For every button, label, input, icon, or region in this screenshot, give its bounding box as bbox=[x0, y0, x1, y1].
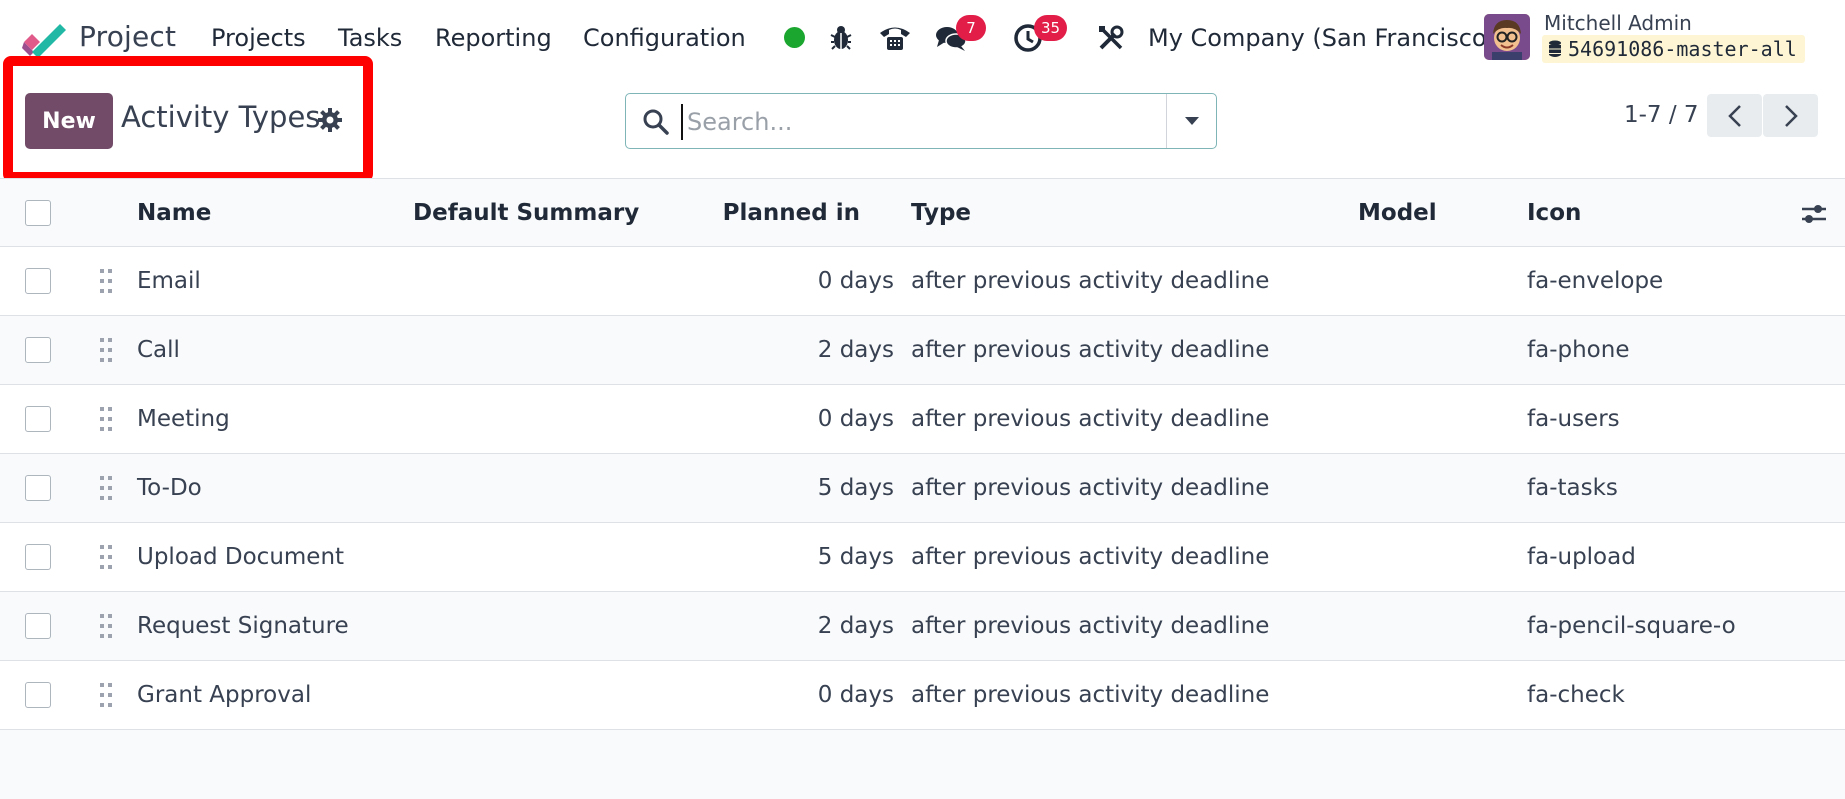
database-icon bbox=[1549, 40, 1561, 57]
column-header-default-summary[interactable]: Default Summary bbox=[413, 179, 639, 247]
row-icon-name: fa-users bbox=[1527, 406, 1620, 432]
row-type: after previous activity deadline bbox=[911, 544, 1270, 570]
row-planned-in: 2 days bbox=[817, 337, 894, 363]
row-name: Upload Document bbox=[137, 544, 345, 570]
row-checkbox[interactable] bbox=[25, 682, 51, 708]
search-input[interactable] bbox=[681, 104, 1181, 140]
messages-count-badge: 7 bbox=[956, 15, 986, 41]
row-icon-name: fa-pencil-square-o bbox=[1527, 613, 1736, 639]
project-app-logo-icon[interactable] bbox=[22, 18, 66, 58]
row-name: Email bbox=[137, 268, 201, 294]
menu-configuration[interactable]: Configuration bbox=[583, 24, 746, 52]
column-header-planned-in[interactable]: Planned in bbox=[700, 179, 860, 247]
table-row[interactable]: Upload Document 5 days after previous ac… bbox=[0, 523, 1845, 592]
pager-next-button[interactable] bbox=[1763, 94, 1818, 137]
row-icon-name: fa-tasks bbox=[1527, 475, 1618, 501]
debug-bug-icon[interactable] bbox=[826, 20, 856, 56]
row-checkbox[interactable] bbox=[25, 544, 51, 570]
row-icon-name: fa-envelope bbox=[1527, 268, 1664, 294]
row-checkbox[interactable] bbox=[25, 268, 51, 294]
row-checkbox[interactable] bbox=[25, 406, 51, 432]
row-checkbox[interactable] bbox=[25, 475, 51, 501]
search-icon[interactable] bbox=[642, 108, 670, 136]
column-header-model[interactable]: Model bbox=[1358, 179, 1437, 247]
row-planned-in: 5 days bbox=[817, 544, 894, 570]
table-row[interactable]: Email 0 days after previous activity dea… bbox=[0, 247, 1845, 316]
caret-down-icon bbox=[1185, 117, 1199, 125]
row-type: after previous activity deadline bbox=[911, 406, 1270, 432]
menu-projects[interactable]: Projects bbox=[211, 24, 306, 52]
row-name: Call bbox=[137, 337, 180, 363]
search-bar bbox=[625, 93, 1217, 149]
table-row[interactable]: To-Do 5 days after previous activity dea… bbox=[0, 454, 1845, 523]
app-name[interactable]: Project bbox=[79, 20, 176, 53]
select-all-checkbox[interactable] bbox=[25, 200, 51, 226]
row-icon-name: fa-phone bbox=[1527, 337, 1630, 363]
activity-types-list: Name Default Summary Planned in Type Mod… bbox=[0, 178, 1845, 730]
drag-handle-icon[interactable] bbox=[99, 612, 113, 640]
database-chip: 54691086-master-all bbox=[1542, 35, 1805, 63]
highlight-annotation-box bbox=[3, 56, 373, 182]
company-switcher[interactable]: My Company (San Francisco) bbox=[1148, 24, 1496, 52]
table-row[interactable]: Meeting 0 days after previous activity d… bbox=[0, 385, 1845, 454]
row-name: Request Signature bbox=[137, 613, 349, 639]
row-planned-in: 0 days bbox=[817, 406, 894, 432]
row-planned-in: 5 days bbox=[817, 475, 894, 501]
tools-settings-icon[interactable] bbox=[1096, 20, 1126, 56]
table-row[interactable]: Request Signature 2 days after previous … bbox=[0, 592, 1845, 661]
row-type: after previous activity deadline bbox=[911, 682, 1270, 708]
phone-voip-icon[interactable] bbox=[876, 20, 914, 56]
row-name: Meeting bbox=[137, 406, 230, 432]
chevron-left-icon bbox=[1727, 104, 1741, 127]
column-header-type[interactable]: Type bbox=[911, 179, 971, 247]
row-type: after previous activity deadline bbox=[911, 268, 1270, 294]
pager-previous-button[interactable] bbox=[1707, 94, 1762, 137]
pager-value[interactable]: 1-7 / 7 bbox=[1624, 102, 1699, 128]
drag-handle-icon[interactable] bbox=[99, 474, 113, 502]
table-row[interactable]: Grant Approval 0 days after previous act… bbox=[0, 661, 1845, 730]
row-name: To-Do bbox=[137, 475, 202, 501]
column-header-icon[interactable]: Icon bbox=[1527, 179, 1581, 247]
menu-reporting[interactable]: Reporting bbox=[435, 24, 552, 52]
chevron-right-icon bbox=[1784, 104, 1798, 127]
row-type: after previous activity deadline bbox=[911, 337, 1270, 363]
user-avatar[interactable] bbox=[1484, 14, 1530, 60]
row-icon-name: fa-upload bbox=[1527, 544, 1636, 570]
row-checkbox[interactable] bbox=[25, 613, 51, 639]
table-header: Name Default Summary Planned in Type Mod… bbox=[0, 178, 1845, 247]
drag-handle-icon[interactable] bbox=[99, 405, 113, 433]
row-name: Grant Approval bbox=[137, 682, 312, 708]
drag-handle-icon[interactable] bbox=[99, 267, 113, 295]
drag-handle-icon[interactable] bbox=[99, 336, 113, 364]
row-planned-in: 0 days bbox=[817, 682, 894, 708]
drag-handle-icon[interactable] bbox=[99, 543, 113, 571]
menu-tasks[interactable]: Tasks bbox=[338, 24, 402, 52]
row-type: after previous activity deadline bbox=[911, 475, 1270, 501]
row-icon-name: fa-check bbox=[1527, 682, 1625, 708]
table-row[interactable]: Call 2 days after previous activity dead… bbox=[0, 316, 1845, 385]
search-options-toggle[interactable] bbox=[1167, 94, 1217, 148]
row-planned-in: 2 days bbox=[817, 613, 894, 639]
user-name[interactable]: Mitchell Admin bbox=[1544, 11, 1692, 35]
database-name: 54691086-master-all bbox=[1568, 37, 1797, 61]
online-status-icon bbox=[784, 27, 805, 48]
row-planned-in: 0 days bbox=[817, 268, 894, 294]
row-checkbox[interactable] bbox=[25, 337, 51, 363]
activities-count-badge: 35 bbox=[1034, 15, 1068, 41]
optional-columns-sliders-icon[interactable] bbox=[1799, 199, 1829, 229]
row-type: after previous activity deadline bbox=[911, 613, 1270, 639]
column-header-name[interactable]: Name bbox=[137, 179, 211, 247]
drag-handle-icon[interactable] bbox=[99, 681, 113, 709]
